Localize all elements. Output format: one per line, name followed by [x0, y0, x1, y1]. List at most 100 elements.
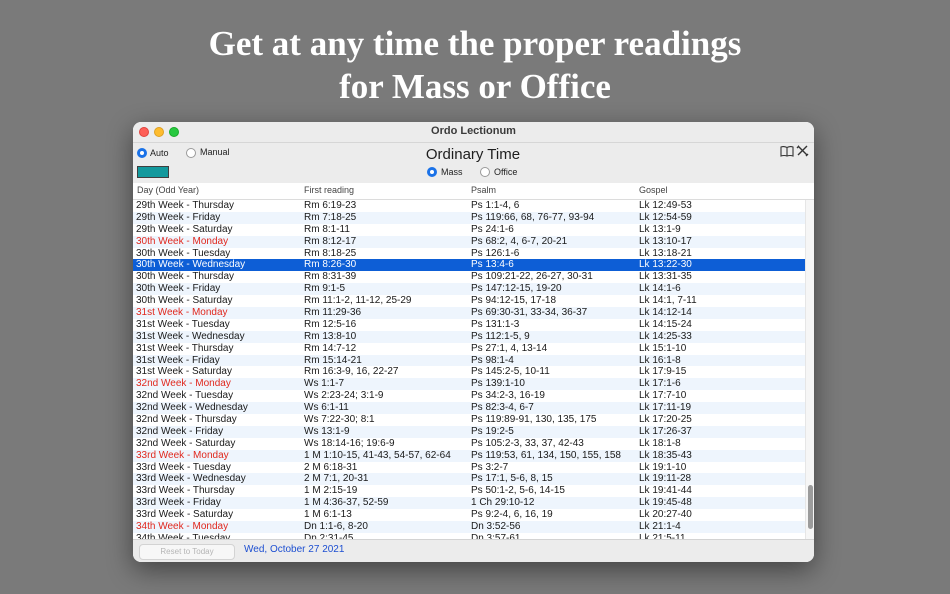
table-row[interactable]: 30th Week - Monday Rm 8:12-17 Ps 68:2, 4, …: [133, 235, 805, 248]
table-row[interactable]: 30th Week - Saturday Rm 11:1-2, 11-12, 25…: [133, 295, 805, 307]
table-row[interactable]: 31st Week - Wednesday Rm 13:8-10 Ps 112:1-…: [133, 330, 805, 343]
readings-table[interactable]: Day (Odd Year) First reading Psalm Gospe…: [133, 183, 814, 539]
auto-radio-label: Auto: [150, 148, 169, 158]
cell-day: 33rd Week - Wednesday: [136, 473, 246, 485]
cell-day: 31st Week - Monday: [136, 307, 228, 319]
table-row[interactable]: 32nd Week - Friday Ws 13:1-9 Ps 19:2-5 Lk 1…: [133, 425, 805, 438]
cell-day: 33rd Week - Thursday: [136, 485, 235, 497]
cell-psalm: Dn 3:52-56: [471, 521, 521, 533]
cell-gospel: Lk 13:31-35: [639, 271, 692, 283]
cell-first-reading: 1 M 4:36-37, 52-59: [304, 497, 389, 509]
cell-first-reading: 2 M 6:18-31: [304, 461, 358, 473]
cell-day: 33rd Week - Tuesday: [136, 461, 231, 473]
cell-psalm: Ps 139:1-10: [471, 378, 525, 390]
scrollbar-thumb[interactable]: [808, 485, 813, 529]
manual-radio[interactable]: [186, 148, 196, 158]
table-row[interactable]: 31st Week - Monday Rm 11:29-36 Ps 69:30-31…: [133, 307, 805, 319]
headline-line-1: Get at any time the proper readings: [208, 24, 742, 63]
cell-first-reading: Dn 1:1-6, 8-20: [304, 521, 368, 533]
table-row[interactable]: 33rd Week - Saturday 1 M 6:1-13 Ps 9:2-4, …: [133, 509, 805, 521]
cell-psalm: Ps 109:21-22, 26-27, 30-31: [471, 271, 593, 283]
table-row[interactable]: 32nd Week - Wednesday Ws 6:1-11 Ps 82:3-4,…: [133, 402, 805, 415]
season-color-swatch: [137, 166, 169, 178]
table-row[interactable]: 32nd Week - Thursday Ws 7:22-30; 8:1 Ps 11…: [133, 414, 805, 426]
cell-first-reading: Rm 15:14-21: [304, 354, 362, 366]
cell-gospel: Lk 14:1-6: [639, 283, 681, 295]
cell-psalm: Ps 82:3-4, 6-7: [471, 402, 534, 414]
cell-gospel: Lk 20:27-40: [639, 509, 692, 521]
cell-first-reading: Rm 11:1-2, 11-12, 25-29: [304, 295, 412, 307]
cell-gospel: Lk 13:18-21: [639, 247, 692, 259]
table-row[interactable]: 33rd Week - Thursday 1 M 2:15-19 Ps 50:1-2…: [133, 485, 805, 497]
cell-psalm: Ps 119:66, 68, 76-77, 93-94: [471, 211, 595, 223]
mass-radio[interactable]: [427, 167, 437, 177]
cell-day: 31st Week - Thursday: [136, 342, 234, 354]
cell-psalm: Ps 19:2-5: [471, 425, 514, 437]
table-row[interactable]: 30th Week - Friday Rm 9:1-5 Ps 147:12-15, …: [133, 283, 805, 296]
window-title: Ordo Lectionum: [431, 125, 516, 137]
reset-to-today-button[interactable]: Reset to Today: [139, 544, 235, 560]
cell-psalm: Ps 24:1-6: [471, 223, 514, 235]
auto-radio[interactable]: [137, 148, 147, 158]
mass-radio-label: Mass: [441, 167, 463, 177]
cell-first-reading: Ws 6:1-11: [304, 402, 349, 414]
table-row[interactable]: 32nd Week - Saturday Ws 18:14-16; 19:6-9 P…: [133, 438, 805, 450]
cell-psalm: Ps 13:4-6: [471, 259, 514, 271]
cell-first-reading: Rm 8:31-39: [304, 271, 357, 283]
table-row[interactable]: 33rd Week - Wednesday 2 M 7:1, 20-31 Ps 17…: [133, 473, 805, 486]
cell-first-reading: Rm 8:12-17: [304, 235, 357, 247]
table-row[interactable]: 31st Week - Tuesday Rm 12:5-16 Ps 131:1-3 L…: [133, 319, 805, 331]
tools-icon[interactable]: [796, 145, 809, 161]
cell-day: 34th Week - Monday: [136, 521, 229, 533]
promo-headline: Get at any time the proper readings for …: [0, 22, 950, 108]
table-row[interactable]: 30th Week - Wednesday Rm 8:26-30 Ps 13:4-6…: [133, 259, 805, 272]
cell-day: 31st Week - Saturday: [136, 366, 232, 378]
table-row[interactable]: 32nd Week - Monday Ws 1:1-7 Ps 139:1-10 Lk …: [133, 378, 805, 391]
cell-first-reading: Rm 6:19-23: [304, 200, 357, 211]
cell-gospel: Lk 14:1, 7-11: [639, 295, 697, 307]
office-radio[interactable]: [480, 167, 490, 177]
cell-first-reading: 1 M 6:1-13: [304, 509, 352, 521]
cell-day: 33rd Week - Saturday: [136, 509, 234, 521]
cell-gospel: Lk 19:45-48: [639, 497, 692, 509]
table-row[interactable]: 30th Week - Tuesday Rm 8:18-25 Ps 126:1-6 L…: [133, 248, 805, 260]
column-header-first-reading[interactable]: First reading: [304, 185, 354, 195]
table-row[interactable]: 29th Week - Friday Rm 7:18-25 Ps 119:66, 6…: [133, 211, 805, 224]
table-body: 29th Week - Thursday Rm 6:19-23 Ps 1:1-4, …: [133, 200, 805, 539]
table-row[interactable]: 32nd Week - Tuesday Ws 2:23-24; 3:1-9 Ps 3…: [133, 390, 805, 402]
cell-gospel: Lk 15:1-10: [639, 342, 687, 354]
cell-gospel: Lk 12:54-59: [639, 211, 692, 223]
column-header-gospel[interactable]: Gospel: [639, 185, 668, 195]
cell-day: 31st Week - Tuesday: [136, 318, 230, 330]
cell-first-reading: Rm 8:26-30: [304, 259, 357, 271]
cell-day: 30th Week - Tuesday: [136, 247, 231, 259]
table-row[interactable]: 30th Week - Thursday Rm 8:31-39 Ps 109:21-…: [133, 271, 805, 283]
cell-day: 30th Week - Saturday: [136, 295, 233, 307]
table-row[interactable]: 29th Week - Saturday Rm 8:1-11 Ps 24:1-6 Lk…: [133, 224, 805, 236]
cell-day: 32nd Week - Monday: [136, 378, 231, 390]
liturgical-season-title: Ordinary Time: [425, 146, 521, 163]
table-row[interactable]: 29th Week - Thursday Rm 6:19-23 Ps 1:1-4, …: [133, 200, 805, 212]
cell-day: 29th Week - Thursday: [136, 200, 235, 211]
vertical-scrollbar[interactable]: [805, 183, 814, 539]
table-row[interactable]: 33rd Week - Tuesday 2 M 6:18-31 Ps 3:2-7 Lk…: [133, 462, 805, 474]
table-row[interactable]: 33rd Week - Friday 1 M 4:36-37, 52-59 1 Ch…: [133, 497, 805, 510]
cell-first-reading: 1 M 2:15-19: [304, 485, 358, 497]
headline-line-2: for Mass or Office: [339, 67, 611, 106]
cell-psalm: Ps 34:2-3, 16-19: [471, 390, 545, 402]
cell-psalm: Ps 126:1-6: [471, 247, 520, 259]
cell-psalm: Ps 147:12-15, 19-20: [471, 283, 562, 295]
cell-day: 30th Week - Thursday: [136, 271, 235, 283]
table-row[interactable]: 31st Week - Saturday Rm 16:3-9, 16, 22-27…: [133, 366, 805, 378]
column-header-day[interactable]: Day (Odd Year): [137, 185, 199, 195]
office-radio-label: Office: [494, 167, 518, 177]
column-header-psalm[interactable]: Psalm: [471, 185, 496, 195]
cell-first-reading: Rm 8:18-25: [304, 247, 357, 259]
cell-psalm: Ps 17:1, 5-6, 8, 15: [471, 473, 553, 485]
table-row[interactable]: 31st Week - Thursday Rm 14:7-12 Ps 27:1, 4…: [133, 343, 805, 355]
title-bar: Ordo Lectionum: [133, 122, 814, 143]
table-row[interactable]: 34th Week - Monday Dn 1:1-6, 8-20 Dn 3:52-…: [133, 521, 805, 533]
book-icon[interactable]: [780, 145, 794, 161]
table-row[interactable]: 31st Week - Friday Rm 15:14-21 Ps 98:1-4 Lk…: [133, 354, 805, 367]
table-row[interactable]: 33rd Week - Monday 1 M 1:10-15, 41-43, 54…: [133, 449, 805, 462]
